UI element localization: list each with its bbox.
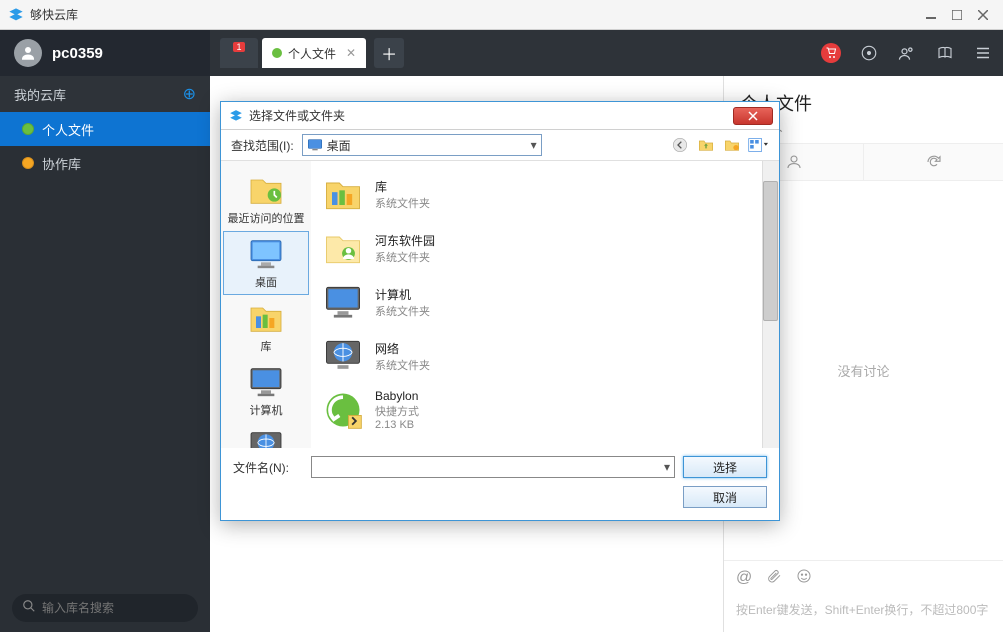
file-size: 2.13 KB <box>375 419 419 431</box>
mention-icon[interactable]: @ <box>736 569 752 587</box>
minimize-button[interactable] <box>919 5 943 25</box>
file-desc: 系统文件夹 <box>375 249 435 265</box>
library-search-input[interactable] <box>42 601 188 615</box>
file-name: 计算机 <box>375 286 430 303</box>
place-label: 桌面 <box>255 274 277 290</box>
place-label: 计算机 <box>250 402 283 418</box>
window-titlebar: 够快云库 <box>0 0 1003 30</box>
file-list: 库系统文件夹河东软件园系统文件夹计算机系统文件夹网络系统文件夹Babylon快捷… <box>311 161 779 448</box>
scrollbar[interactable] <box>762 161 779 448</box>
lookin-combo[interactable]: 桌面 ▾ <box>302 134 542 156</box>
file-item[interactable]: 网络系统文件夹 <box>317 329 773 383</box>
avatar-icon <box>14 39 42 67</box>
dialog-titlebar: 选择文件或文件夹 <box>221 102 779 130</box>
shortcut-icon <box>321 388 365 432</box>
dialog-logo-icon <box>229 109 243 123</box>
network-icon <box>321 334 365 378</box>
add-library-icon[interactable]: ⊕ <box>183 84 196 104</box>
file-dialog: 选择文件或文件夹 查找范围(I): 桌面 ▾ 最近访问的位置桌面库计算机网络 库… <box>220 101 780 521</box>
library-icon <box>246 300 286 336</box>
up-button[interactable] <box>695 134 717 156</box>
network-icon <box>246 428 286 448</box>
menu-icon[interactable] <box>973 43 993 63</box>
recent-icon <box>246 172 286 208</box>
file-item[interactable]: Babylon快捷方式2.13 KB <box>317 383 773 437</box>
panel-tab-refresh[interactable] <box>864 144 1003 180</box>
place-label: 最近访问的位置 <box>228 210 305 226</box>
back-button[interactable] <box>669 134 691 156</box>
maximize-button[interactable] <box>945 5 969 25</box>
library-search[interactable] <box>12 594 198 622</box>
file-desc: 快捷方式 <box>375 403 419 419</box>
view-menu-button[interactable] <box>747 134 769 156</box>
userfolder-icon <box>321 226 365 270</box>
file-item[interactable]: 库系统文件夹 <box>317 167 773 221</box>
search-icon <box>22 599 36 618</box>
group-icon[interactable] <box>897 43 917 63</box>
dialog-title: 选择文件或文件夹 <box>249 107 345 124</box>
computer-icon <box>246 364 286 400</box>
green-dot-icon <box>272 48 282 58</box>
sidebar-item-label: 协作库 <box>42 154 81 173</box>
desktop-icon <box>307 138 323 152</box>
sidebar-item-personal[interactable]: 个人文件 <box>0 112 210 146</box>
filename-combo[interactable]: ▾ <box>311 456 675 478</box>
green-dot-icon <box>22 123 34 135</box>
desktop-icon <box>246 236 286 272</box>
place-desktop[interactable]: 桌面 <box>223 231 309 295</box>
add-tab-button[interactable]: ＋ <box>374 38 404 68</box>
target-icon[interactable] <box>859 43 879 63</box>
book-icon[interactable] <box>935 43 955 63</box>
place-label: 库 <box>261 338 272 354</box>
orange-dot-icon <box>22 157 34 169</box>
sidebar-section-label: 我的云库 <box>14 85 66 104</box>
lookin-label: 查找范围(I): <box>231 137 294 154</box>
file-name: Babylon <box>375 389 419 403</box>
sidebar: pc0359 我的云库 ⊕ 个人文件 协作库 <box>0 30 210 632</box>
library-icon <box>321 172 365 216</box>
app-logo-icon <box>8 7 24 23</box>
sidebar-item-collab[interactable]: 协作库 <box>0 146 210 180</box>
file-name: 网络 <box>375 340 430 357</box>
file-name: 库 <box>375 178 430 195</box>
file-desc: 系统文件夹 <box>375 357 430 373</box>
notification-badge: 1 <box>233 42 244 52</box>
notification-tab[interactable]: 1 <box>220 38 258 68</box>
topbar: 1 个人文件 ✕ ＋ <box>210 30 1003 76</box>
new-folder-button[interactable] <box>721 134 743 156</box>
close-button[interactable] <box>971 5 995 25</box>
comment-input-placeholder[interactable]: 按Enter键发送，Shift+Enter换行，不超过800字 <box>724 595 1003 632</box>
cart-icon[interactable] <box>821 43 841 63</box>
dialog-toolbar: 查找范围(I): 桌面 ▾ <box>221 130 779 160</box>
emoji-icon[interactable] <box>796 568 812 589</box>
places-bar: 最近访问的位置桌面库计算机网络 <box>221 161 311 448</box>
tab-label: 个人文件 <box>288 45 336 62</box>
place-computer[interactable]: 计算机 <box>223 359 309 423</box>
lookin-value: 桌面 <box>327 137 351 154</box>
computer-icon <box>321 280 365 324</box>
user-row[interactable]: pc0359 <box>0 30 210 76</box>
select-button[interactable]: 选择 <box>683 456 767 478</box>
file-desc: 系统文件夹 <box>375 195 430 211</box>
username-label: pc0359 <box>52 45 103 62</box>
sidebar-section-header: 我的云库 ⊕ <box>0 76 210 112</box>
place-network[interactable]: 网络 <box>223 423 309 448</box>
file-item[interactable]: 计算机系统文件夹 <box>317 275 773 329</box>
attachment-icon[interactable] <box>766 568 782 589</box>
filename-label: 文件名(N): <box>233 459 303 476</box>
tab-close-icon[interactable]: ✕ <box>346 46 356 60</box>
place-library[interactable]: 库 <box>223 295 309 359</box>
active-tab[interactable]: 个人文件 ✕ <box>262 38 366 68</box>
file-desc: 系统文件夹 <box>375 303 430 319</box>
cancel-button[interactable]: 取消 <box>683 486 767 508</box>
file-item[interactable]: 河东软件园系统文件夹 <box>317 221 773 275</box>
file-name: 河东软件园 <box>375 232 435 249</box>
dialog-close-button[interactable] <box>733 107 773 125</box>
place-recent[interactable]: 最近访问的位置 <box>223 167 309 231</box>
window-title: 够快云库 <box>30 6 919 23</box>
sidebar-item-label: 个人文件 <box>42 120 94 139</box>
